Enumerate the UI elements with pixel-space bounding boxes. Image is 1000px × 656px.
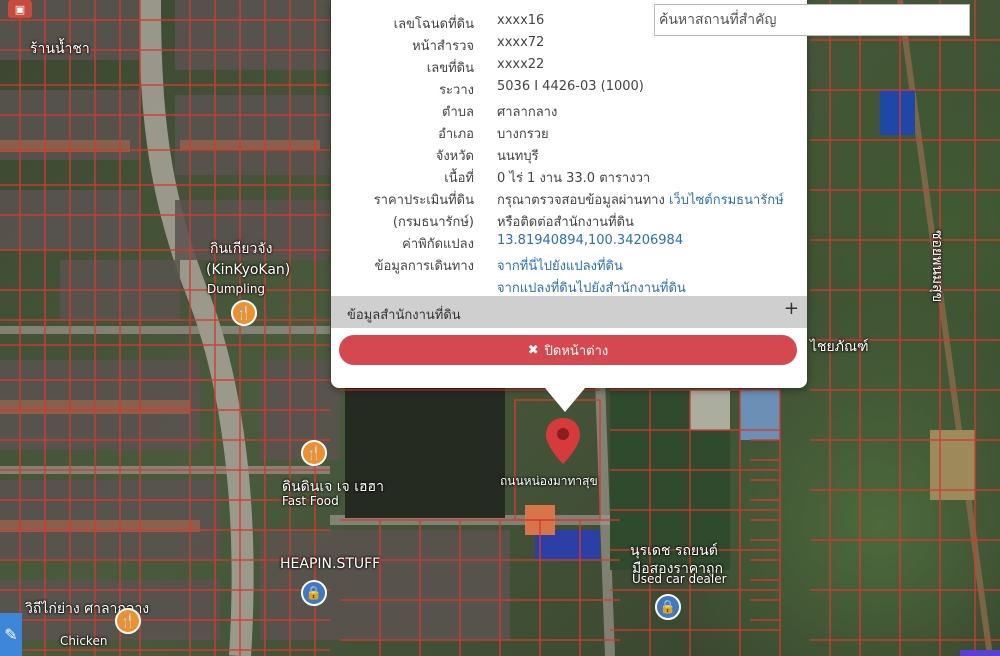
land-office-section-toggle[interactable]: ข้อมูลสำนักงานที่ดิน + xyxy=(331,296,807,328)
info-value: กรุณาตรวจสอบข้อมูลผ่านทาง เว็บไซต์กรมธนา… xyxy=(497,189,784,210)
map-label-center-road: ถนนหน่องมาทาสุข xyxy=(500,474,598,488)
plus-icon[interactable]: + xyxy=(784,298,799,319)
info-value: บางกรวย xyxy=(497,127,549,142)
map-pin-icon[interactable] xyxy=(546,418,580,464)
info-label: ข้อมูลการเดินทาง xyxy=(374,259,474,274)
map-label-fastfood-en: Fast Food xyxy=(282,494,339,508)
info-label: (กรมธนารักษ์) xyxy=(392,215,474,230)
info-value: 5036 I 4426-03 (1000) xyxy=(497,79,644,94)
close-window-label: ปิดหน้าต่าง xyxy=(544,343,609,359)
info-value: xxxx72 xyxy=(497,35,545,50)
info-value: นนทบุรี xyxy=(497,149,539,164)
close-window-button[interactable]: ✖ ปิดหน้าต่าง xyxy=(339,335,797,365)
info-label: ระวาง xyxy=(439,83,474,98)
info-row-land-number: เลขที่ดิน xxxx22 xyxy=(331,54,807,76)
fork-knife-icon[interactable]: 🍴 xyxy=(115,608,141,634)
info-row-coordinates: ค่าพิกัดแปลง 13.81940894,100.34206984 xyxy=(331,230,807,252)
info-label: จังหวัด xyxy=(435,149,474,164)
directions-to-office-link[interactable]: จากแปลงที่ดินไปยังสำนักงานที่ดิน xyxy=(497,277,686,298)
info-row-map-sheet: ระวาง 5036 I 4426-03 (1000) xyxy=(331,76,807,98)
coordinates-link[interactable]: 13.81940894,100.34206984 xyxy=(497,233,683,248)
info-label: เลขโฉนดที่ดิน xyxy=(393,17,474,32)
directions-to-parcel-link[interactable]: จากที่นี่ไปยังแปลงที่ดิน xyxy=(497,255,623,276)
popup-pointer xyxy=(545,388,585,412)
info-label: หน้าสำรวจ xyxy=(412,39,474,54)
info-value: หรือติดต่อสำนักงานที่ดิน xyxy=(497,215,634,230)
map-label-heapin: HEAPIN.STUFF xyxy=(280,556,381,572)
info-label: ค่าพิกัดแปลง xyxy=(402,237,474,252)
map-label-kinkyokan-en: (KinKyoKan) xyxy=(206,262,291,278)
info-row-treasury: (กรมธนารักษ์) หรือติดต่อสำนักงานที่ดิน xyxy=(331,208,807,230)
info-label: ราคาประเมินที่ดิน xyxy=(373,193,474,208)
info-row-appraisal: ราคาประเมินที่ดิน กรุณาตรวจสอบข้อมูลผ่าน… xyxy=(331,186,807,208)
info-row-subdistrict: ตำบล ศาลากลาง xyxy=(331,98,807,120)
parcel-info-popup: เลขโฉนดที่ดิน xxxx16 หน้าสำรวจ xxxx72 เล… xyxy=(331,0,807,388)
info-row-area: เนื้อที่ 0 ไร่ 1 งาน 33.0 ตารางวา xyxy=(331,164,807,186)
search-input[interactable] xyxy=(655,5,969,35)
shopping-bag-icon[interactable]: 🔒 xyxy=(301,580,327,606)
map-label-place-right: ไชยภัณฑ์ xyxy=(810,339,869,355)
info-value: xxxx22 xyxy=(497,57,545,72)
appraisal-text: กรุณาตรวจสอบข้อมูลผ่านทาง xyxy=(497,193,665,208)
fork-knife-icon[interactable]: 🍴 xyxy=(231,300,257,326)
map-icon[interactable]: ▣ xyxy=(8,0,32,18)
info-label: เนื้อที่ xyxy=(444,171,474,186)
map-label-chicken: Chicken xyxy=(60,634,108,648)
info-row-travel: ข้อมูลการเดินทาง จากที่นี่ไปยังแปลงที่ดิ… xyxy=(331,252,807,274)
treasury-website-link[interactable]: เว็บไซต์กรมธนารักษ์ xyxy=(669,193,784,208)
place-search-box[interactable] xyxy=(654,4,970,36)
map-label-teashop: ร้านน้ำชา xyxy=(30,41,90,57)
info-label: ตำบล xyxy=(442,105,474,120)
map-label-dumpling: Dumpling xyxy=(207,282,266,296)
tools-icon[interactable]: ✎ xyxy=(0,613,22,656)
section-label: ข้อมูลสำนักงานที่ดิน xyxy=(347,308,461,323)
map-label-used-car-en: Used car dealer xyxy=(632,572,727,586)
info-row-province: จังหวัด นนทบุรี xyxy=(331,142,807,164)
info-row-travel-2: จากแปลงที่ดินไปยังสำนักงานที่ดิน xyxy=(331,274,807,296)
info-label: อำเภอ xyxy=(438,127,474,142)
map-label-street: ซอยพนมสุข xyxy=(929,230,945,303)
fork-knife-icon[interactable]: 🍴 xyxy=(301,440,327,466)
map-label-kinkyokan-th: กินเกียวจัง xyxy=(210,241,273,257)
info-value: 0 ไร่ 1 งาน 33.0 ตารางวา xyxy=(497,171,651,186)
info-label: เลขที่ดิน xyxy=(426,61,474,76)
close-icon: ✖ xyxy=(527,342,539,358)
info-value: ศาลากลาง xyxy=(497,105,558,120)
info-row-district: อำเภอ บางกรวย xyxy=(331,120,807,142)
scroll-indicator xyxy=(960,650,1000,656)
shopping-bag-icon[interactable]: 🔒 xyxy=(655,594,681,620)
info-value: xxxx16 xyxy=(497,13,545,28)
